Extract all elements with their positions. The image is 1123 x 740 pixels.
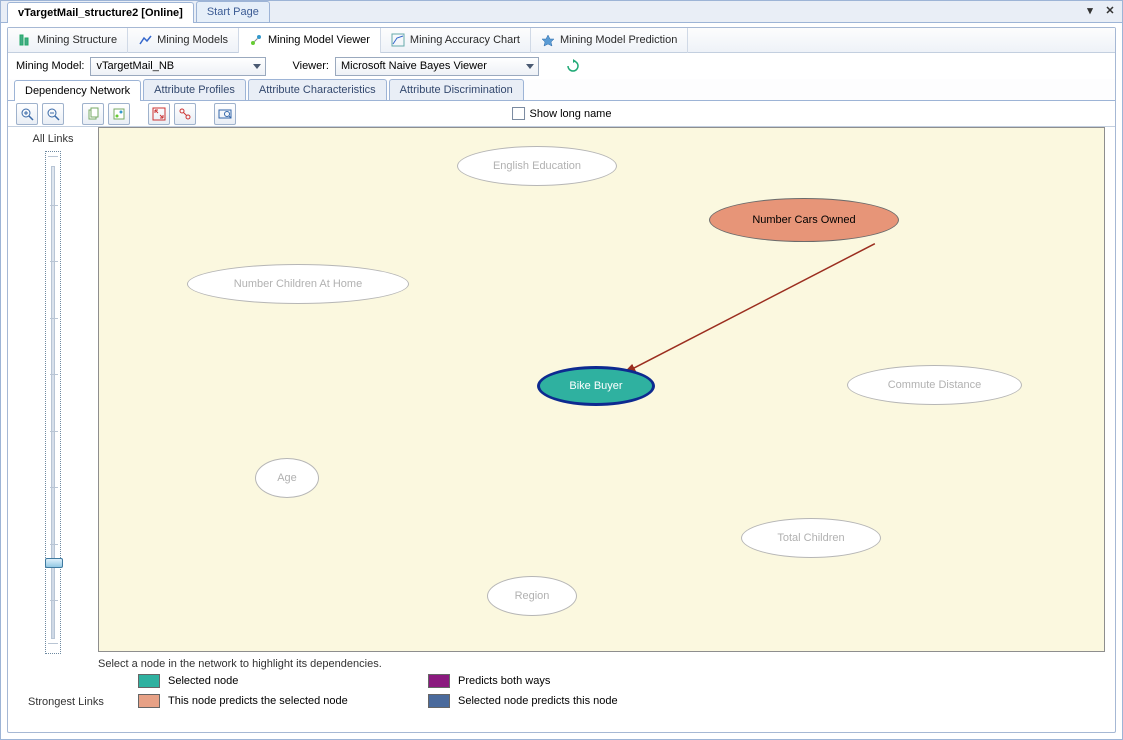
- dependency-network-canvas[interactable]: English Education Number Cars Owned Numb…: [98, 127, 1105, 652]
- slider-label-bottom: Strongest Links: [28, 696, 104, 708]
- legend-selected-predicts: Selected node predicts this node: [428, 694, 718, 708]
- node-number-cars-owned[interactable]: Number Cars Owned: [709, 198, 899, 242]
- toolbar: Show long name: [8, 101, 1115, 127]
- mining-model-value: vTargetMail_NB: [96, 60, 174, 72]
- node-region[interactable]: Region: [487, 576, 577, 616]
- mining-model-select[interactable]: vTargetMail_NB: [90, 57, 266, 76]
- subtab-characteristics[interactable]: Attribute Characteristics: [248, 79, 387, 100]
- legend-footer: Select a node in the network to highligh…: [8, 652, 1115, 732]
- subtab-discrimination[interactable]: Attribute Discrimination: [389, 79, 524, 100]
- link-strength-slider-panel: All Links: [8, 127, 98, 660]
- swatch-both-icon: [428, 674, 450, 688]
- node-number-children-at-home[interactable]: Number Children At Home: [187, 264, 409, 304]
- swatch-target-icon: [428, 694, 450, 708]
- legend-hint: Select a node in the network to highligh…: [98, 658, 382, 670]
- accuracy-icon: [391, 33, 405, 47]
- legend-both-ways: Predicts both ways: [428, 674, 718, 688]
- tab-label: Mining Structure: [37, 34, 117, 46]
- link-strength-slider[interactable]: [45, 151, 61, 654]
- sub-tabs: Dependency Network Attribute Profiles At…: [8, 79, 1115, 101]
- viewer-icon: [249, 33, 263, 47]
- viewer-select[interactable]: Microsoft Naive Bayes Viewer: [335, 57, 539, 76]
- show-long-name-checkbox[interactable]: Show long name: [512, 107, 612, 120]
- structure-icon: [18, 33, 32, 47]
- resize-button[interactable]: [174, 103, 196, 125]
- node-bike-buyer[interactable]: Bike Buyer: [537, 366, 655, 406]
- tab-mining-model-viewer[interactable]: Mining Model Viewer: [239, 28, 381, 53]
- main-tabs: Mining Structure Mining Models Mining Mo…: [8, 28, 1115, 53]
- swatch-selected-icon: [138, 674, 160, 688]
- refresh-icon[interactable]: [565, 58, 581, 74]
- models-icon: [138, 33, 152, 47]
- subtab-profiles[interactable]: Attribute Profiles: [143, 79, 246, 100]
- node-total-children[interactable]: Total Children: [741, 518, 881, 558]
- tab-mining-models[interactable]: Mining Models: [128, 28, 239, 53]
- find-node-button[interactable]: [214, 103, 236, 125]
- node-age[interactable]: Age: [255, 458, 319, 498]
- swatch-predicts-icon: [138, 694, 160, 708]
- prediction-icon: [541, 33, 555, 47]
- zoom-out-button[interactable]: [42, 103, 64, 125]
- document-tab-active[interactable]: vTargetMail_structure2 [Online]: [7, 2, 194, 23]
- mining-model-label: Mining Model:: [16, 60, 84, 72]
- close-icon[interactable]: ✕: [1104, 4, 1116, 16]
- copy-graph-button[interactable]: [108, 103, 130, 125]
- tab-label: Mining Model Viewer: [268, 34, 370, 46]
- zoom-in-button[interactable]: [16, 103, 38, 125]
- tab-mining-structure[interactable]: Mining Structure: [8, 28, 128, 53]
- document-tab-startpage[interactable]: Start Page: [196, 1, 270, 22]
- minimize-icon[interactable]: ▾: [1084, 4, 1096, 16]
- viewer-value: Microsoft Naive Bayes Viewer: [341, 60, 487, 72]
- legend-predicts-selected: This node predicts the selected node: [138, 694, 428, 708]
- slider-label-top: All Links: [33, 127, 74, 145]
- node-english-education[interactable]: English Education: [457, 146, 617, 186]
- tab-label: Mining Accuracy Chart: [410, 34, 520, 46]
- viewer-label: Viewer:: [292, 60, 328, 72]
- subtab-dependency[interactable]: Dependency Network: [14, 80, 141, 101]
- slider-thumb[interactable]: [45, 558, 63, 568]
- checkbox-icon: [512, 107, 525, 120]
- document-tabs: vTargetMail_structure2 [Online] Start Pa…: [1, 1, 1122, 23]
- legend-selected: Selected node: [138, 674, 428, 688]
- copy-button[interactable]: [82, 103, 104, 125]
- tab-label: Mining Models: [157, 34, 228, 46]
- tab-mining-prediction[interactable]: Mining Model Prediction: [531, 28, 688, 53]
- node-commute-distance[interactable]: Commute Distance: [847, 365, 1022, 405]
- selection-row: Mining Model: vTargetMail_NB Viewer: Mic…: [8, 53, 1115, 79]
- tab-label: Mining Model Prediction: [560, 34, 677, 46]
- show-long-name-label: Show long name: [530, 108, 612, 120]
- tab-mining-accuracy[interactable]: Mining Accuracy Chart: [381, 28, 531, 53]
- fit-to-window-button[interactable]: [148, 103, 170, 125]
